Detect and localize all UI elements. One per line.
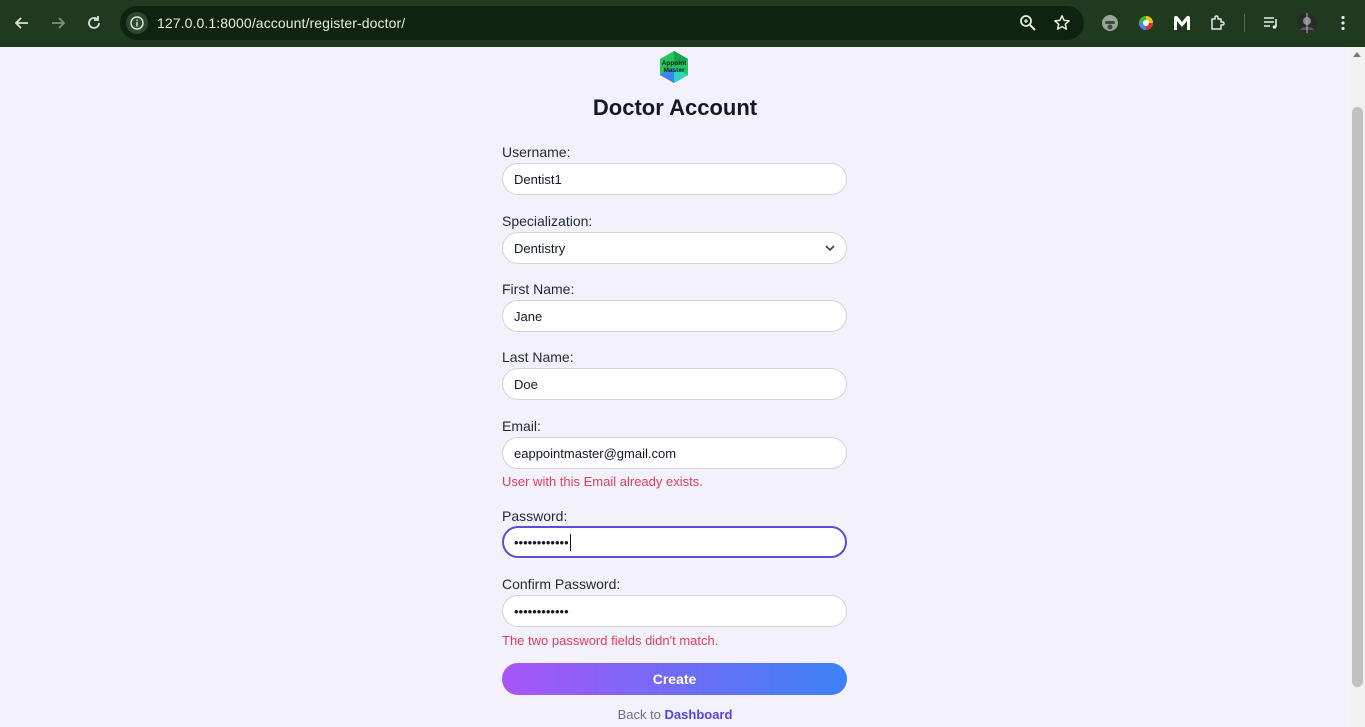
back-prefix: Back to — [617, 707, 665, 722]
spy-icon — [1102, 15, 1118, 31]
star-icon — [1054, 15, 1070, 30]
media-control-button[interactable] — [1259, 11, 1283, 35]
svg-text:Appoint: Appoint — [662, 60, 687, 67]
password-input[interactable]: •••••••••••• — [502, 526, 847, 558]
confirm-password-error: The two password fields didn't match. — [502, 633, 719, 648]
email-input[interactable]: eappointmaster@gmail.com — [502, 437, 847, 469]
reload-button[interactable] — [76, 5, 112, 41]
kebab-menu-icon — [1341, 15, 1345, 31]
page-title: Doctor Account — [592, 95, 758, 120]
email-label: Email: — [502, 418, 541, 434]
chevron-down-icon — [825, 245, 835, 252]
email-value: eappointmaster@gmail.com — [514, 445, 677, 461]
info-icon — [130, 16, 144, 30]
site-info-button[interactable] — [120, 6, 154, 40]
scroll-up-arrow-icon[interactable] — [1353, 52, 1361, 57]
confirm-password-input[interactable]: •••••••••••• — [502, 595, 847, 627]
playlist-icon — [1264, 17, 1277, 29]
malwarebytes-icon — [1174, 15, 1190, 30]
color-wheel-icon — [1139, 16, 1153, 30]
confirm-password-value: •••••••••••• — [514, 603, 569, 619]
back-to-dashboard: Back to Dashboard — [0, 707, 1350, 722]
first-name-input[interactable]: Jane — [502, 300, 847, 332]
specialization-label: Specialization: — [502, 213, 593, 229]
forward-button[interactable] — [40, 5, 76, 41]
last-name-input[interactable]: Doe — [502, 368, 847, 400]
first-name-value: Jane — [514, 308, 543, 324]
extension-malwarebytes[interactable] — [1170, 11, 1194, 35]
arrow-left-icon — [14, 17, 28, 29]
dashboard-link[interactable]: Dashboard — [665, 707, 733, 722]
zoom-button[interactable] — [1016, 11, 1040, 35]
browser-toolbar: 127.0.0.1:8000/account/register-doctor/ — [0, 0, 1365, 47]
appointmaster-logo: Appoint Master — [657, 50, 691, 84]
magnifier-icon — [1020, 15, 1036, 31]
avatar-icon — [1297, 13, 1317, 33]
text-caret — [569, 533, 571, 551]
last-name-label: Last Name: — [502, 349, 574, 365]
reload-icon — [88, 16, 100, 29]
profile-avatar[interactable] — [1295, 11, 1319, 35]
password-label: Password: — [502, 508, 568, 524]
extension-colorful[interactable] — [1134, 11, 1158, 35]
toolbar-separator — [1244, 14, 1245, 32]
back-button[interactable] — [4, 5, 40, 41]
puzzle-icon — [1211, 15, 1225, 30]
first-name-label: First Name: — [502, 281, 575, 297]
scrollbar-thumb[interactable] — [1352, 107, 1363, 687]
password-value: •••••••••••• — [514, 534, 569, 550]
address-bar[interactable]: 127.0.0.1:8000/account/register-doctor/ — [120, 6, 1084, 40]
username-value: Dentist1 — [514, 171, 562, 187]
confirm-password-label: Confirm Password: — [502, 576, 621, 592]
extension-incognito[interactable] — [1098, 11, 1122, 35]
specialization-value: Dentistry — [514, 240, 566, 256]
username-input[interactable]: Dentist1 — [502, 163, 847, 195]
create-button[interactable]: Create — [502, 663, 847, 695]
svg-text:Master: Master — [664, 67, 685, 74]
email-error: User with this Email already exists. — [502, 474, 703, 489]
username-label: Username: — [502, 144, 571, 160]
url-text[interactable]: 127.0.0.1:8000/account/register-doctor/ — [157, 15, 405, 31]
bookmark-button[interactable] — [1050, 11, 1074, 35]
page-scrollbar[interactable] — [1350, 47, 1365, 727]
arrow-right-icon — [52, 17, 66, 29]
extensions-button[interactable] — [1206, 11, 1230, 35]
last-name-value: Doe — [514, 376, 538, 392]
menu-button[interactable] — [1331, 11, 1355, 35]
specialization-select[interactable]: Dentistry — [502, 232, 847, 264]
